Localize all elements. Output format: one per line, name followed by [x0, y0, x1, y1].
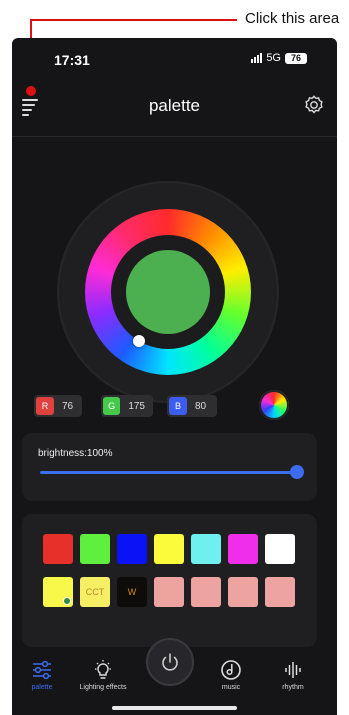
- annotation-line: [31, 19, 237, 21]
- brightness-slider-thumb[interactable]: [290, 465, 304, 479]
- color-picker-icon[interactable]: [259, 390, 289, 420]
- hue-ring[interactable]: [85, 209, 251, 375]
- waveform-icon: [285, 662, 301, 678]
- tab-rhythm[interactable]: rhythm: [258, 659, 328, 691]
- selected-color-preview: [126, 250, 210, 334]
- power-button[interactable]: [146, 638, 194, 686]
- sliders-icon: [33, 660, 51, 680]
- check-icon: [63, 597, 71, 605]
- preset-swatches: CCT W: [22, 514, 317, 647]
- power-icon: [162, 653, 178, 671]
- green-value: 175: [128, 400, 145, 412]
- status-indicators: 5G 76: [251, 52, 307, 64]
- blue-value: 80: [195, 400, 207, 412]
- gear-icon[interactable]: [303, 94, 325, 116]
- music-icon: [221, 660, 241, 680]
- network-type: 5G: [266, 52, 281, 64]
- blue-tag: B: [169, 397, 187, 415]
- color-swatch[interactable]: [117, 534, 147, 564]
- green-value-field[interactable]: G 175: [101, 395, 153, 417]
- red-value: 76: [62, 400, 74, 412]
- tab-music[interactable]: music: [196, 659, 266, 691]
- brightness-slider[interactable]: [40, 471, 298, 474]
- color-swatch[interactable]: [43, 577, 73, 607]
- home-indicator: [112, 706, 237, 710]
- color-swatch[interactable]: [154, 534, 184, 564]
- color-swatch[interactable]: [228, 577, 258, 607]
- header-divider: [12, 136, 337, 137]
- annotation-marker: [26, 86, 36, 96]
- blue-value-field[interactable]: B 80: [167, 395, 217, 417]
- swatch-label: W: [127, 587, 137, 597]
- rgb-values: R 76 G 175 B 80: [12, 390, 337, 420]
- color-swatch[interactable]: [80, 534, 110, 564]
- brightness-label: brightness:100%: [38, 448, 113, 459]
- color-swatch[interactable]: [228, 534, 258, 564]
- red-tag: R: [36, 397, 54, 415]
- signal-icon: [251, 53, 263, 63]
- tab-lighting-effects[interactable]: Lighting effects: [68, 659, 138, 691]
- brightness-card: brightness:100%: [22, 433, 317, 501]
- tab-music-label: music: [221, 684, 241, 691]
- color-swatch[interactable]: [43, 534, 73, 564]
- app-screen: 17:31 5G 76 palette R 76 G 175 B 80 brig…: [12, 38, 337, 715]
- color-swatch[interactable]: [154, 577, 184, 607]
- swatch-w[interactable]: W: [117, 577, 147, 607]
- swatch-label: CCT: [85, 587, 105, 597]
- color-swatch[interactable]: [265, 577, 295, 607]
- page-title: palette: [148, 96, 201, 115]
- color-swatch[interactable]: [191, 534, 221, 564]
- swatch-cct[interactable]: CCT: [80, 577, 110, 607]
- color-swatch[interactable]: [191, 577, 221, 607]
- battery-icon: 76: [285, 52, 307, 64]
- red-value-field[interactable]: R 76: [34, 395, 82, 417]
- status-bar: 17:31 5G 76: [12, 38, 337, 78]
- color-swatch[interactable]: [265, 534, 295, 564]
- nav-header: palette: [12, 86, 337, 130]
- green-tag: G: [103, 397, 121, 415]
- annotation-label: Click this area: [245, 10, 340, 27]
- color-wheel[interactable]: [57, 181, 279, 403]
- status-time: 17:31: [54, 52, 90, 68]
- bulb-icon: [95, 660, 111, 679]
- wheel-handle[interactable]: [133, 335, 145, 347]
- tab-lighting-label: Lighting effects: [79, 684, 127, 691]
- wheel-center: [111, 235, 225, 349]
- tab-rhythm-label: rhythm: [282, 684, 304, 691]
